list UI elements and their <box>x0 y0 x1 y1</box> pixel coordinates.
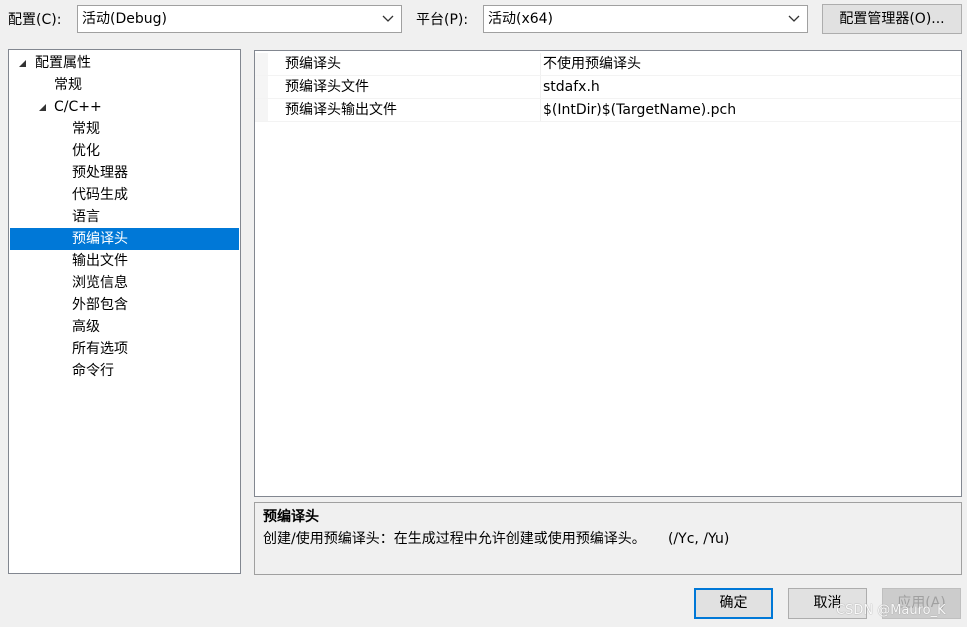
tree-item-all-options[interactable]: 所有选项 <box>10 338 239 360</box>
description-title: 预编译头 <box>263 509 319 525</box>
property-grid[interactable]: 预编译头 不使用预编译头 预编译头文件 stdafx.h 预编译头输出文件 $(… <box>254 50 962 497</box>
property-tree[interactable]: 配置属性 常规 C/C++ 常规 优化 预处理器 代码生成 语言 预编译头 输出… <box>8 49 241 574</box>
platform-dropdown-value: 活动(x64) <box>488 11 554 27</box>
tree-item-command-line[interactable]: 命令行 <box>10 360 239 382</box>
watermark: CSDN @Mauro_K <box>836 603 946 618</box>
property-row[interactable]: 预编译头输出文件 $(IntDir)$(TargetName).pch <box>255 99 961 122</box>
property-row[interactable]: 预编译头文件 stdafx.h <box>255 76 961 99</box>
tree-item-precompiled-headers[interactable]: 预编译头 <box>10 228 239 250</box>
property-row[interactable]: 预编译头 不使用预编译头 <box>255 53 961 76</box>
collapse-triangle-icon[interactable] <box>18 52 28 74</box>
config-dropdown[interactable]: 活动(Debug) <box>77 5 402 33</box>
tree-item-preprocessor[interactable]: 预处理器 <box>10 162 239 184</box>
platform-label: 平台(P): <box>416 12 469 28</box>
description-panel: 预编译头 创建/使用预编译头：在生成过程中允许创建或使用预编译头。 (/Yc, … <box>254 502 962 575</box>
tree-item-optimization[interactable]: 优化 <box>10 140 239 162</box>
tree-item-browse-info[interactable]: 浏览信息 <box>10 272 239 294</box>
property-name: 预编译头文件 <box>285 79 369 95</box>
property-name: 预编译头输出文件 <box>285 102 397 118</box>
tree-item-general[interactable]: 常规 <box>10 74 239 96</box>
tree-item-cpp[interactable]: C/C++ <box>10 96 239 118</box>
tree-item-language[interactable]: 语言 <box>10 206 239 228</box>
tree-item-output-files[interactable]: 输出文件 <box>10 250 239 272</box>
tree-item-external-includes[interactable]: 外部包含 <box>10 294 239 316</box>
property-value[interactable]: stdafx.h <box>543 76 961 98</box>
tree-item-advanced[interactable]: 高级 <box>10 316 239 338</box>
description-text: 创建/使用预编译头：在生成过程中允许创建或使用预编译头。 (/Yc, /Yu) <box>263 531 730 547</box>
property-name: 预编译头 <box>285 56 341 72</box>
chevron-down-icon <box>787 6 801 32</box>
tree-item-cpp-general[interactable]: 常规 <box>10 118 239 140</box>
config-label: 配置(C): <box>8 12 62 28</box>
property-value[interactable]: 不使用预编译头 <box>543 53 961 75</box>
ok-button[interactable]: 确定 <box>694 588 773 619</box>
collapse-triangle-icon[interactable] <box>38 96 48 118</box>
platform-dropdown[interactable]: 活动(x64) <box>483 5 808 33</box>
chevron-down-icon <box>381 6 395 32</box>
tree-item-code-generation[interactable]: 代码生成 <box>10 184 239 206</box>
config-manager-button[interactable]: 配置管理器(O)... <box>822 4 962 34</box>
property-value[interactable]: $(IntDir)$(TargetName).pch <box>543 99 961 121</box>
config-dropdown-value: 活动(Debug) <box>82 11 167 27</box>
tree-item-config-properties[interactable]: 配置属性 <box>10 52 239 74</box>
